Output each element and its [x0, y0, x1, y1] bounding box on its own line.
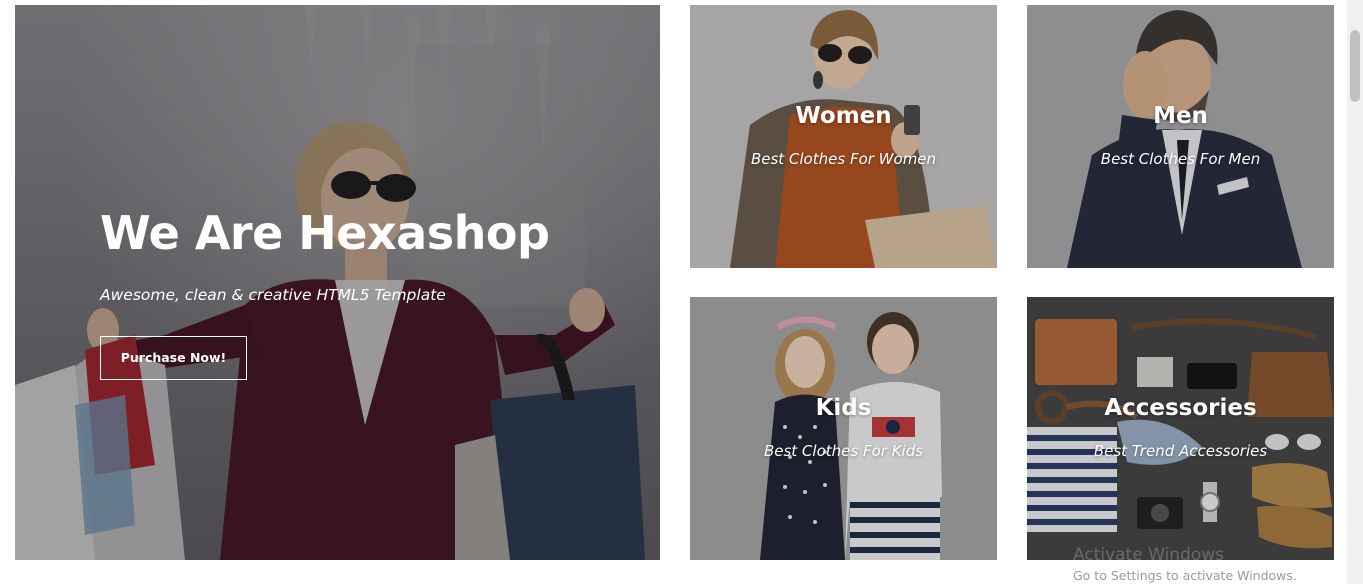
scrollbar-thumb[interactable] — [1350, 30, 1360, 102]
hero-content: We Are Hexashop Awesome, clean & creativ… — [100, 200, 640, 380]
watermark-subtitle: Go to Settings to activate Windows. — [1073, 568, 1297, 583]
category-subtitle: Best Clothes For Kids — [763, 442, 924, 460]
category-subtitle: Best Clothes For Women — [750, 150, 937, 168]
category-subtitle: Best Clothes For Men — [1100, 150, 1261, 168]
category-subtitle: Best Trend Accessories — [1093, 442, 1268, 460]
category-tile-men[interactable]: Men Best Clothes For Men — [1027, 5, 1334, 268]
hero-title: We Are Hexashop — [100, 206, 550, 260]
category-title: Accessories — [1104, 395, 1257, 421]
category-title: Women — [795, 103, 892, 129]
vertical-scrollbar[interactable] — [1347, 0, 1363, 584]
category-tile-kids[interactable]: Kids Best Clothes For Kids — [690, 297, 997, 560]
tile-overlay — [690, 5, 997, 268]
category-tile-women[interactable]: Women Best Clothes For Women — [690, 5, 997, 268]
tile-overlay — [690, 297, 997, 560]
category-tile-accessories[interactable]: Accessories Best Trend Accessories — [1027, 297, 1334, 560]
tile-overlay — [1027, 5, 1334, 268]
purchase-now-button[interactable]: Purchase Now! — [100, 336, 247, 380]
category-title: Kids — [815, 395, 872, 421]
hero-banner: We Are Hexashop Awesome, clean & creativ… — [15, 5, 660, 560]
page: We Are Hexashop Awesome, clean & creativ… — [0, 0, 1363, 584]
hero-subtitle: Awesome, clean & creative HTML5 Template — [100, 286, 446, 304]
category-title: Men — [1153, 103, 1208, 129]
tile-overlay — [1027, 297, 1334, 560]
